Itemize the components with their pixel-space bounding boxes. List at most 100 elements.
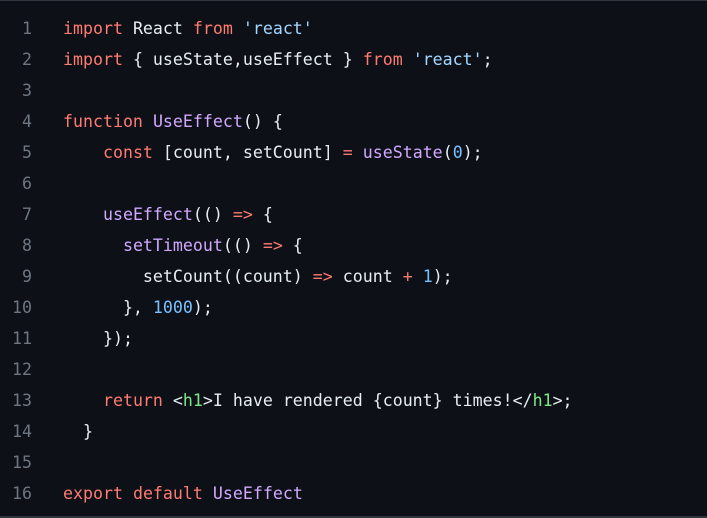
code-token: default — [132, 484, 203, 503]
code-text: } — [63, 416, 93, 447]
code-token: >; — [552, 391, 573, 410]
code-line[interactable]: 4 function UseEffect() { — [0, 106, 707, 137]
code-token: { — [282, 236, 303, 255]
code-token: >I have rendered {count} times!</ — [202, 391, 533, 410]
line-number: 8 — [22, 236, 32, 255]
code-line[interactable]: 1 import React from 'react' — [0, 13, 707, 44]
code-text: }, 1000); — [63, 292, 213, 323]
code-text: useEffect(() => { — [63, 199, 273, 230]
code-token: import — [63, 19, 123, 38]
code-line[interactable]: 13 return < h1>I have rendered {count} ti… — [0, 385, 707, 416]
line-number: 14 — [12, 422, 32, 441]
code-line[interactable]: 15 — [0, 447, 707, 478]
code-token: }); — [63, 329, 133, 348]
code-line[interactable]: 3 — [0, 75, 707, 106]
code-token: count — [332, 267, 403, 286]
code-token: ( — [442, 143, 453, 162]
code-text: function UseEffect() { — [63, 106, 283, 137]
code-token: 'react' — [242, 19, 313, 38]
code-line[interactable]: 7 useEffect(() => { — [0, 199, 707, 230]
code-line[interactable]: 12 — [0, 354, 707, 385]
code-token: [count, setCount] — [152, 143, 343, 162]
line-number: 10 — [12, 298, 32, 317]
code-token: from — [192, 19, 233, 38]
line-number: 6 — [22, 174, 32, 193]
code-token: from — [362, 50, 403, 69]
code-text: }); — [63, 323, 133, 354]
code-token: import — [63, 50, 123, 69]
code-token: function — [63, 112, 143, 131]
code-token: ; — [482, 50, 493, 69]
code-token: useEffect — [102, 205, 193, 224]
code-token: 1 — [422, 267, 433, 286]
code-text: import React from 'react' — [63, 13, 313, 44]
code-token: setTimeout — [122, 236, 223, 255]
code-token: => — [262, 236, 283, 255]
line-number: 15 — [12, 453, 32, 472]
code-token: => — [232, 205, 253, 224]
line-number: 7 — [22, 205, 32, 224]
code-line[interactable]: 8 setTimeout(() => { — [0, 230, 707, 261]
code-text: return < h1>I have rendered {count} times… — [63, 385, 573, 416]
code-line[interactable]: 16 export default UseEffect — [0, 478, 707, 509]
code-token: UseEffect — [212, 484, 303, 503]
code-token: return — [102, 391, 163, 410]
line-number: 16 — [12, 484, 32, 503]
code-token: h1 — [532, 391, 553, 410]
code-text: export default UseEffect — [63, 478, 303, 509]
code-token: (() — [192, 205, 233, 224]
code-line[interactable]: 9 setCount((count) => count + 1); — [0, 261, 707, 292]
code-token: 1000 — [152, 298, 193, 317]
code-token: ); — [192, 298, 213, 317]
code-text: setCount((count) => count + 1); — [63, 261, 453, 292]
code-token: const — [102, 143, 153, 162]
code-line[interactable]: 14 } — [0, 416, 707, 447]
code-line[interactable]: 10 }, 1000); — [0, 292, 707, 323]
line-number: 2 — [22, 50, 32, 69]
code-editor[interactable]: 1 import React from 'react' 2 import { useS… — [0, 0, 707, 518]
line-number: 1 — [22, 19, 32, 38]
line-number: 11 — [12, 329, 32, 348]
code-token: } — [63, 422, 93, 441]
line-number: 12 — [12, 360, 32, 379]
line-number: 9 — [22, 267, 32, 286]
code-line[interactable]: 11 }); — [0, 323, 707, 354]
code-token: { — [252, 205, 273, 224]
line-number: 5 — [22, 143, 32, 162]
code-token: { useState,useEffect } — [122, 50, 363, 69]
code-token: useState — [362, 143, 443, 162]
code-line[interactable]: 2 import { useState,useEffect } from 'rea… — [0, 44, 707, 75]
code-line[interactable]: 6 — [0, 168, 707, 199]
code-token: + — [402, 267, 413, 286]
code-token: ); — [462, 143, 483, 162]
code-line[interactable]: 5 const [count, setCount] = useState(0); — [0, 137, 707, 168]
line-number: 13 — [12, 391, 32, 410]
code-text: const [count, setCount] = useState(0); — [63, 137, 483, 168]
code-token: < — [162, 391, 183, 410]
code-token: (() — [222, 236, 263, 255]
code-token: export — [63, 484, 123, 503]
code-token: 0 — [452, 143, 463, 162]
code-text: import { useState,useEffect } from 'reac… — [63, 44, 493, 75]
code-token: ); — [432, 267, 453, 286]
code-token: }, — [63, 298, 153, 317]
code-token: setCount((count) — [63, 267, 313, 286]
code-text: setTimeout(() => { — [63, 230, 303, 261]
code-token: UseEffect — [152, 112, 243, 131]
code-token: = — [342, 143, 353, 162]
code-token: 'react' — [412, 50, 483, 69]
code-token: () { — [242, 112, 283, 131]
line-number: 3 — [22, 81, 32, 100]
code-token: => — [312, 267, 333, 286]
line-number: 4 — [22, 112, 32, 131]
